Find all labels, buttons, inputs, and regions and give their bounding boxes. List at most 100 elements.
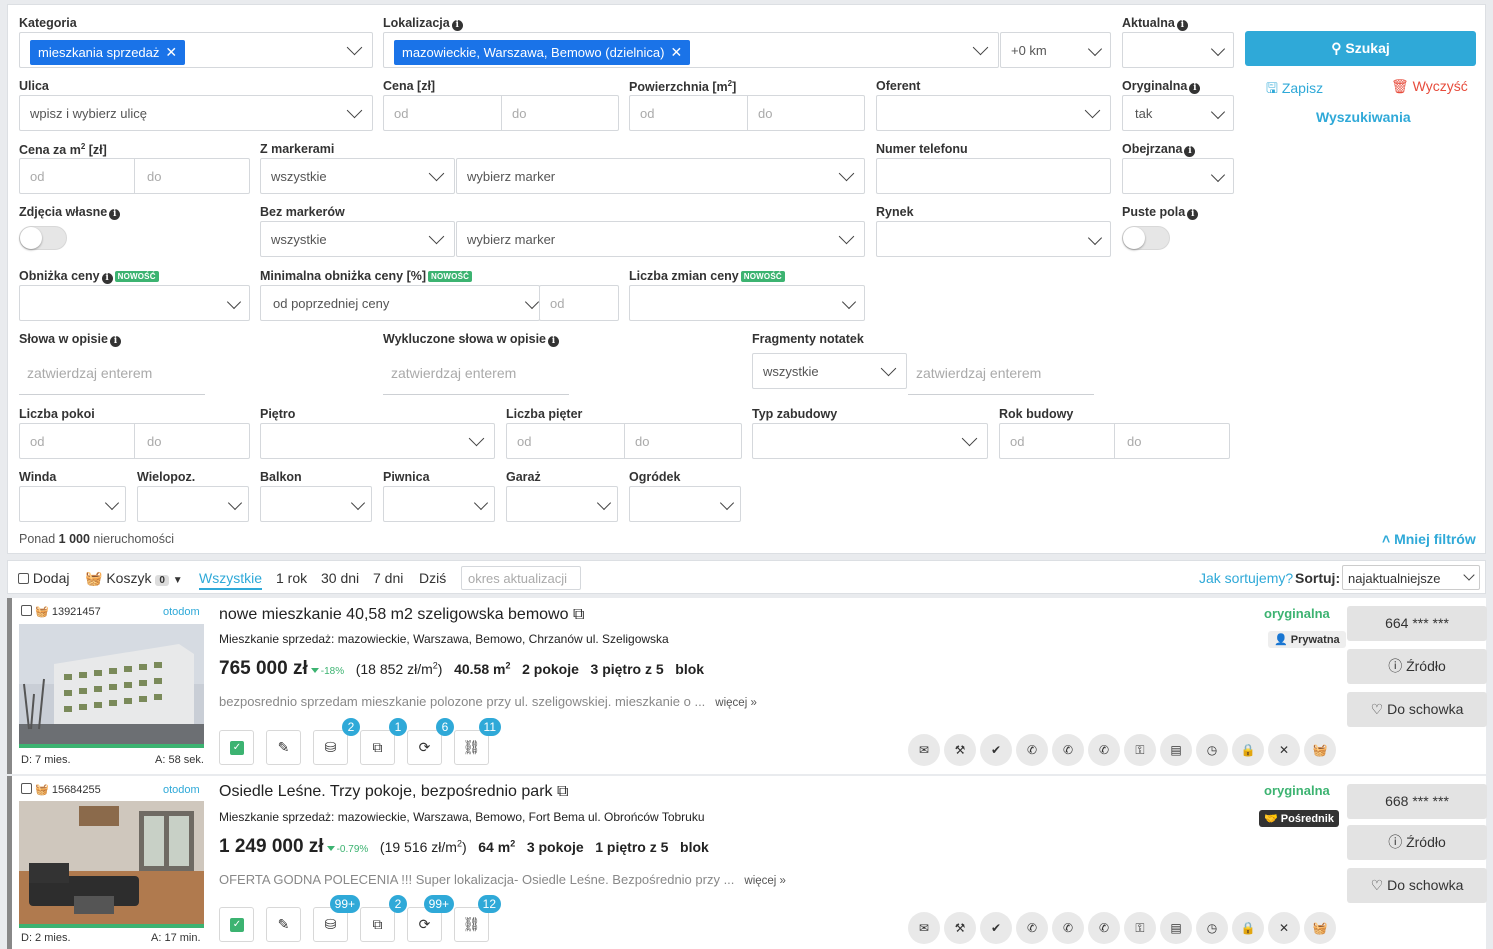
similar-button[interactable]: ⛁ 99+ [313,895,360,942]
listing-source[interactable]: otodom [163,784,200,796]
obnizka-ceny-select[interactable] [19,285,250,321]
slowa-w-opisie-input[interactable]: zatwierdzaj enterem [19,359,205,395]
ulica-select[interactable]: wpisz i wybierz ulicę [19,95,373,131]
saved-searches-link[interactable]: Wyszukiwania [1316,109,1411,125]
bez-markerow-select[interactable]: wszystkie [260,221,455,257]
listing-title[interactable]: nowe mieszkanie 40,58 m2 szeligowska bem… [219,606,584,624]
cena-from-input[interactable]: od [394,106,408,121]
checkbox[interactable] [18,573,29,584]
similar-button[interactable]: ⛁ 2 [313,718,360,765]
cena-to-input[interactable]: do [512,106,526,121]
gavel-icon[interactable]: ⚒ [944,734,976,766]
source-button[interactable]: ⓘ Źródło [1347,649,1487,684]
more-link[interactable]: więcej » [744,875,786,887]
duplicates-button[interactable]: ⧉ 1 [360,718,407,765]
period-tab-1y[interactable]: 1 rok [276,570,307,586]
liczba-zmian-select[interactable] [629,285,865,321]
slash-phone-icon[interactable]: ✆ [1088,912,1120,944]
remove-tag-icon[interactable]: ✕ [165,44,177,60]
period-tab-30d[interactable]: 30 dni [321,570,359,586]
slash-phone-icon[interactable]: ✆ [1052,734,1084,766]
winda-select[interactable] [19,486,126,522]
minimalna-obnizka-from-input[interactable]: od [539,285,619,321]
sort-select[interactable]: najaktualniejsze [1342,565,1480,590]
bez-markerow-marker-select[interactable]: wybierz marker [456,221,865,257]
rok-from-input[interactable]: od [1010,434,1024,449]
piwnica-select[interactable] [383,486,495,522]
pietro-select[interactable] [260,423,495,459]
history-button[interactable]: ⟳ 6 [407,718,454,765]
links-button[interactable]: ⛓ 11 [454,718,501,765]
listing-checkbox[interactable] [21,783,32,794]
fragmenty-notatek-select[interactable]: wszystkie [752,353,907,389]
clock-icon[interactable]: ◷ [1196,912,1228,944]
basket-icon[interactable]: 🧺 [35,784,49,796]
clock-icon[interactable]: ◷ [1196,734,1228,766]
basket-icon[interactable]: 🧺 [1304,912,1336,944]
puste-pola-toggle[interactable] [1122,226,1170,250]
listing-photo[interactable] [19,801,204,924]
less-filters-link[interactable]: ˄ Mniej filtrów [1382,531,1476,547]
lokalizacja-select[interactable]: mazowieckie, Warszawa, Bemowo (dzielnica… [383,32,999,68]
cena-m2-to-input[interactable]: do [147,169,161,184]
wykluczone-slowa-input[interactable]: zatwierdzaj enterem [383,359,569,395]
history-button[interactable]: ⟳ 99+ [407,895,454,942]
envelope-icon[interactable]: ✉ [908,734,940,766]
favorite-button[interactable]: ♡ Do schowka [1347,692,1487,727]
slash-phone-icon[interactable]: ✆ [1088,734,1120,766]
listing-photo[interactable] [19,624,204,744]
close-icon[interactable]: ✕ [1268,912,1300,944]
wielopoz-select[interactable] [137,486,249,522]
z-markerami-marker-select[interactable]: wybierz marker [456,158,865,194]
typ-zabudowy-select[interactable] [752,423,988,459]
listing-source[interactable]: otodom [163,606,200,618]
phone-button[interactable]: 664 *** *** [1347,606,1487,641]
note-button[interactable]: ✎ [266,907,301,942]
briefcase-icon[interactable]: ▤ [1160,912,1192,944]
oferent-select[interactable] [876,95,1111,131]
zdjecia-wlasne-toggle[interactable] [19,226,67,250]
pieter-from-input[interactable]: od [517,434,531,449]
remove-tag-icon[interactable]: ✕ [671,44,683,60]
balkon-select[interactable] [260,486,372,522]
minimalna-obnizka-select[interactable]: od poprzedniej ceny [260,285,540,321]
listing-title[interactable]: Osiedle Leśne. Trzy pokoje, bezpośrednio… [219,783,568,801]
period-tab-7d[interactable]: 7 dni [373,570,403,586]
add-checkbox[interactable]: Dodaj [18,570,69,586]
briefcase-icon[interactable]: ▤ [1160,734,1192,766]
obejrzana-select[interactable] [1122,158,1234,194]
key-icon[interactable]: ⚿ [1124,912,1156,944]
numer-telefonu-input[interactable] [876,158,1111,194]
lock-icon[interactable]: 🔒 [1232,734,1264,766]
fragmenty-notatek-input[interactable]: zatwierdzaj enterem [908,359,1094,395]
search-button[interactable]: ⚲ Szukaj [1245,31,1476,66]
pokoi-to-input[interactable]: do [147,434,161,449]
basket-button[interactable]: 🧺 Koszyk 0 ▼ [85,570,183,587]
check-icon[interactable]: ✔ [980,912,1012,944]
powierzchnia-from-input[interactable]: od [640,106,654,121]
external-link-icon[interactable]: ⧉ [573,606,584,623]
kategoria-tag[interactable]: mieszkania sprzedaż ✕ [30,40,186,65]
basket-icon[interactable]: 🧺 [1304,734,1336,766]
envelope-icon[interactable]: ✉ [908,912,940,944]
verified-button[interactable]: ✓ [219,907,254,942]
how-we-sort-link[interactable]: Jak sortujemy? [1199,570,1293,586]
update-period-input[interactable]: okres aktualizacji [461,566,581,590]
oryginalna-select[interactable]: tak [1122,95,1234,131]
phone-button[interactable]: 668 *** *** [1347,784,1487,819]
aktualna-select[interactable] [1122,32,1234,68]
kategoria-select[interactable]: mieszkania sprzedaż ✕ [19,32,373,68]
gavel-icon[interactable]: ⚒ [944,912,976,944]
source-button[interactable]: ⓘ Źródło [1347,825,1487,860]
links-button[interactable]: ⛓ 12 [454,895,501,942]
verified-button[interactable]: ✓ [219,730,254,765]
close-icon[interactable]: ✕ [1268,734,1300,766]
rok-to-input[interactable]: do [1127,434,1141,449]
garaz-select[interactable] [506,486,618,522]
clear-filters-link[interactable]: 🗑 Wyczyść [1391,78,1468,95]
key-icon[interactable]: ⚿ [1124,734,1156,766]
slash-phone-icon[interactable]: ✆ [1016,912,1048,944]
check-icon[interactable]: ✔ [980,734,1012,766]
cena-m2-from-input[interactable]: od [30,169,44,184]
period-tab-today[interactable]: Dziś [419,570,446,586]
